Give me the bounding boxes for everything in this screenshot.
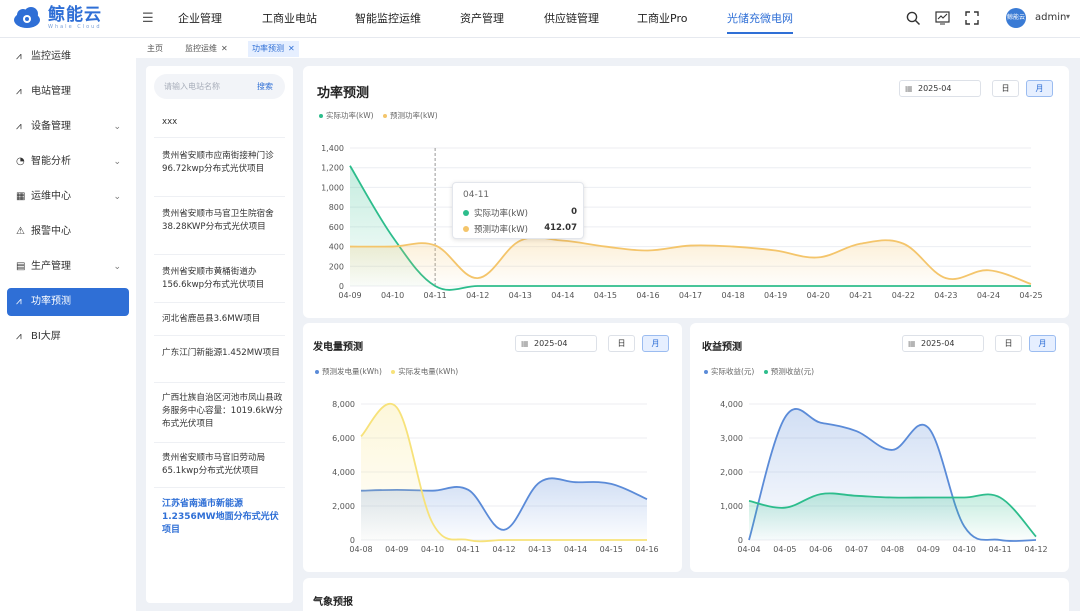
y-tick-label: 4,000 bbox=[720, 400, 743, 409]
x-tick-label: 04-07 bbox=[845, 545, 868, 554]
x-tick-label: 04-06 bbox=[809, 545, 832, 554]
revenue-forecast-chart: 0 1,000 2,000 3,000 4,000 04-04 04-05 04-06 04-0… bbox=[720, 400, 1048, 554]
x-tick-label: 04-12 bbox=[1024, 545, 1047, 554]
x-tick-label: 04-04 bbox=[737, 545, 760, 554]
x-tick-label: 04-10 bbox=[953, 545, 976, 554]
card-title: 气象预报 bbox=[313, 597, 353, 608]
y-tick-label: 3,000 bbox=[720, 434, 743, 443]
x-tick-label: 04-08 bbox=[881, 545, 904, 554]
y-tick-label: 2,000 bbox=[720, 468, 743, 477]
weather-forecast-card: 气象预报 bbox=[303, 578, 1069, 611]
x-tick-label: 04-09 bbox=[917, 545, 940, 554]
y-tick-label: 0 bbox=[738, 536, 743, 545]
x-tick-label: 04-05 bbox=[773, 545, 796, 554]
y-tick-label: 1,000 bbox=[720, 502, 743, 511]
x-tick-label: 04-11 bbox=[989, 545, 1012, 554]
